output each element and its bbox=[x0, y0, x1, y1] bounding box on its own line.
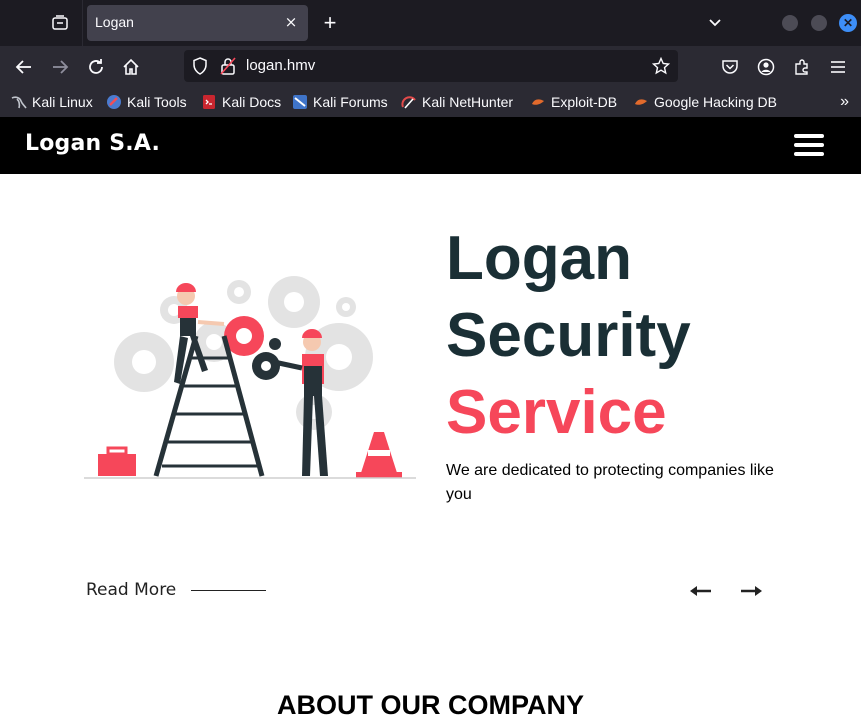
hero-title-line-1: Logan bbox=[446, 224, 632, 293]
hero-illustration bbox=[84, 262, 416, 484]
ghdb-icon bbox=[633, 94, 649, 110]
pocket-icon[interactable] bbox=[719, 56, 741, 78]
menu-icon[interactable] bbox=[827, 56, 849, 78]
kali-tools-icon bbox=[106, 94, 122, 110]
bookmark-exploit-db[interactable]: Exploit-DB bbox=[530, 93, 617, 111]
hero-title-line-2: Security bbox=[446, 301, 691, 370]
url-text[interactable]: logan.hmv bbox=[246, 57, 315, 74]
read-more-link[interactable]: Read More bbox=[86, 580, 267, 600]
slider-prev-arrow-icon[interactable] bbox=[689, 580, 713, 602]
window-close-button[interactable]: ✕ bbox=[839, 14, 857, 32]
bookmark-kali-docs[interactable]: Kali Docs bbox=[201, 93, 281, 111]
about-section-title: ABOUT OUR COMPANY bbox=[277, 690, 584, 720]
new-tab-button[interactable]: + bbox=[318, 12, 342, 34]
bookmark-kali-forums[interactable]: Kali Forums bbox=[292, 93, 388, 111]
bookmarks-toolbar: Kali Linux Kali Tools Kali Docs Kali For… bbox=[0, 88, 861, 117]
hero-subtitle: We are dedicated to protecting companies… bbox=[446, 462, 774, 503]
shield-icon[interactable] bbox=[192, 57, 208, 79]
insecure-lock-icon[interactable] bbox=[220, 57, 236, 79]
read-more-label[interactable]: Read More bbox=[86, 580, 176, 600]
tab-overview-icon[interactable] bbox=[48, 12, 72, 34]
site-brand[interactable]: Logan S.A. bbox=[25, 131, 160, 156]
bookmarks-overflow-icon[interactable]: » bbox=[840, 93, 849, 111]
bookmark-kali-nethunter[interactable]: Kali NetHunter bbox=[401, 93, 513, 111]
home-icon[interactable] bbox=[120, 56, 142, 78]
site-header: Logan S.A. bbox=[0, 117, 861, 174]
kali-dragon-icon bbox=[11, 94, 27, 110]
slider-next-arrow-icon[interactable] bbox=[739, 580, 763, 602]
maximize-button[interactable] bbox=[811, 15, 827, 31]
tab-separator bbox=[82, 0, 83, 46]
back-icon[interactable] bbox=[13, 56, 35, 78]
account-icon[interactable] bbox=[755, 56, 777, 78]
chevron-down-icon[interactable] bbox=[704, 13, 726, 33]
bookmark-google-hacking-db[interactable]: Google Hacking DB bbox=[633, 93, 777, 111]
hamburger-menu-icon[interactable] bbox=[794, 134, 824, 158]
bookmark-star-icon[interactable] bbox=[651, 56, 671, 79]
bookmark-kali-linux[interactable]: Kali Linux bbox=[11, 93, 93, 111]
browser-titlebar: Logan × + ✕ bbox=[0, 0, 861, 46]
hero-title-line-3: Service bbox=[446, 378, 667, 447]
bookmark-kali-tools[interactable]: Kali Tools bbox=[106, 93, 187, 111]
tab-title: Logan bbox=[95, 14, 134, 30]
extensions-icon[interactable] bbox=[791, 56, 813, 78]
browser-navbar: logan.hmv bbox=[0, 46, 861, 88]
hero-title: Logan Security Service bbox=[446, 220, 691, 451]
nethunter-icon bbox=[401, 94, 417, 110]
address-bar[interactable]: logan.hmv bbox=[184, 50, 678, 82]
kali-forums-icon bbox=[292, 94, 308, 110]
reload-icon[interactable] bbox=[85, 56, 107, 78]
close-tab-icon[interactable]: × bbox=[282, 13, 300, 31]
read-more-underline bbox=[191, 589, 267, 591]
kali-docs-icon bbox=[201, 94, 217, 110]
exploit-db-icon bbox=[530, 94, 546, 110]
forward-icon[interactable] bbox=[49, 56, 71, 78]
minimize-button[interactable] bbox=[782, 15, 798, 31]
tab-logan[interactable]: Logan × bbox=[87, 5, 308, 41]
